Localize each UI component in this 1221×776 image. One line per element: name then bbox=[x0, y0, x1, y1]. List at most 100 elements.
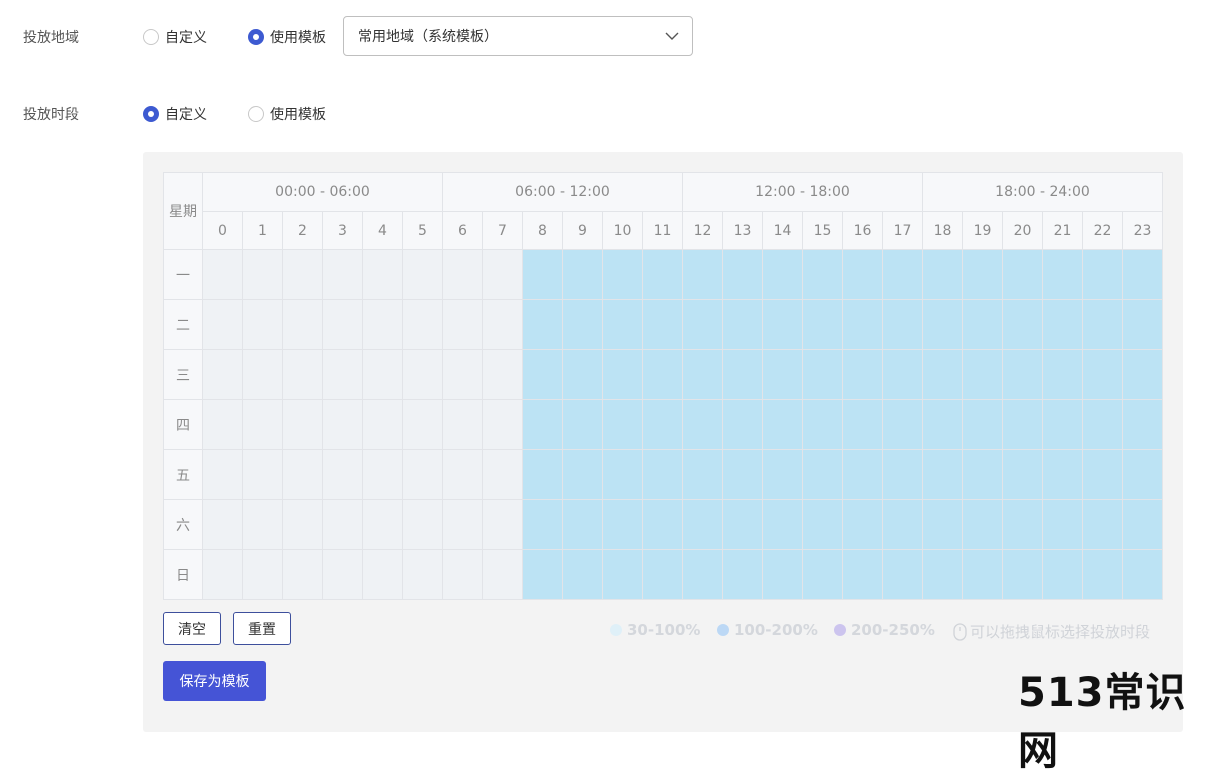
time-slot-selected[interactable] bbox=[842, 499, 883, 550]
time-slot-selected[interactable] bbox=[602, 349, 643, 400]
time-schedule-grid[interactable]: 星期 00:00 - 06:00 06:00 - 12:00 12:00 - 18:… bbox=[163, 172, 1163, 600]
time-slot[interactable] bbox=[482, 249, 523, 300]
time-slot-selected[interactable] bbox=[682, 249, 723, 300]
time-slot-selected[interactable] bbox=[682, 299, 723, 350]
time-slot-selected[interactable] bbox=[722, 549, 763, 600]
time-slot-selected[interactable] bbox=[1042, 549, 1083, 600]
time-slot-selected[interactable] bbox=[842, 299, 883, 350]
save-as-template-button[interactable]: 保存为模板 bbox=[163, 661, 266, 701]
time-slot[interactable] bbox=[242, 399, 283, 450]
time-slot[interactable] bbox=[202, 249, 243, 300]
time-slot-selected[interactable] bbox=[762, 349, 803, 400]
time-slot[interactable] bbox=[282, 299, 323, 350]
time-slot-selected[interactable] bbox=[1002, 299, 1043, 350]
time-slot-selected[interactable] bbox=[642, 499, 683, 550]
time-slot-selected[interactable] bbox=[682, 399, 723, 450]
time-slot-selected[interactable] bbox=[1042, 299, 1083, 350]
clear-button[interactable]: 清空 bbox=[163, 612, 221, 645]
time-slot-selected[interactable] bbox=[562, 549, 603, 600]
time-slot-selected[interactable] bbox=[802, 399, 843, 450]
time-slot[interactable] bbox=[282, 249, 323, 300]
time-slot-selected[interactable] bbox=[602, 399, 643, 450]
time-slot-selected[interactable] bbox=[802, 249, 843, 300]
time-slot-selected[interactable] bbox=[1122, 449, 1163, 500]
time-slot[interactable] bbox=[442, 399, 483, 450]
time-slot-selected[interactable] bbox=[1082, 449, 1123, 500]
time-slot-selected[interactable] bbox=[522, 399, 563, 450]
time-slot[interactable] bbox=[202, 499, 243, 550]
time-slot-selected[interactable] bbox=[922, 549, 963, 600]
time-slot-selected[interactable] bbox=[762, 499, 803, 550]
time-slot-selected[interactable] bbox=[762, 249, 803, 300]
time-slot-selected[interactable] bbox=[1082, 299, 1123, 350]
time-slot[interactable] bbox=[362, 399, 403, 450]
time-slot[interactable] bbox=[322, 449, 363, 500]
time-slot-selected[interactable] bbox=[1002, 249, 1043, 300]
time-slot[interactable] bbox=[202, 299, 243, 350]
time-slot-selected[interactable] bbox=[602, 299, 643, 350]
time-slot-selected[interactable] bbox=[1002, 499, 1043, 550]
time-slot[interactable] bbox=[402, 299, 443, 350]
time-slot-selected[interactable] bbox=[1082, 499, 1123, 550]
time-slot-selected[interactable] bbox=[962, 499, 1003, 550]
time-slot-selected[interactable] bbox=[562, 499, 603, 550]
time-slot-selected[interactable] bbox=[682, 549, 723, 600]
time-slot[interactable] bbox=[402, 499, 443, 550]
time-slot-selected[interactable] bbox=[1082, 549, 1123, 600]
time-slot-selected[interactable] bbox=[722, 449, 763, 500]
time-slot[interactable] bbox=[282, 499, 323, 550]
time-slot-selected[interactable] bbox=[1122, 549, 1163, 600]
time-slot[interactable] bbox=[362, 299, 403, 350]
time-slot-selected[interactable] bbox=[1042, 249, 1083, 300]
time-slot-selected[interactable] bbox=[882, 449, 923, 500]
time-slot-selected[interactable] bbox=[882, 299, 923, 350]
time-slot-selected[interactable] bbox=[1122, 249, 1163, 300]
time-slot[interactable] bbox=[242, 349, 283, 400]
time-slot[interactable] bbox=[482, 449, 523, 500]
time-slot[interactable] bbox=[202, 549, 243, 600]
time-slot[interactable] bbox=[442, 299, 483, 350]
time-slot[interactable] bbox=[242, 499, 283, 550]
time-slot-selected[interactable] bbox=[682, 449, 723, 500]
time-slot[interactable] bbox=[442, 549, 483, 600]
time-slot[interactable] bbox=[322, 499, 363, 550]
time-slot-selected[interactable] bbox=[802, 449, 843, 500]
time-slot-selected[interactable] bbox=[562, 449, 603, 500]
time-slot-selected[interactable] bbox=[842, 399, 883, 450]
time-slot-selected[interactable] bbox=[522, 449, 563, 500]
time-slot[interactable] bbox=[402, 399, 443, 450]
time-slot-selected[interactable] bbox=[922, 249, 963, 300]
reset-button[interactable]: 重置 bbox=[233, 612, 291, 645]
time-slot-selected[interactable] bbox=[882, 349, 923, 400]
region-template-radio[interactable]: 使用模板 bbox=[248, 27, 326, 47]
time-slot[interactable] bbox=[402, 549, 443, 600]
time-slot[interactable] bbox=[242, 449, 283, 500]
time-slot-selected[interactable] bbox=[802, 499, 843, 550]
time-slot-selected[interactable] bbox=[1002, 549, 1043, 600]
time-slot[interactable] bbox=[402, 449, 443, 500]
time-slot[interactable] bbox=[442, 499, 483, 550]
time-slot-selected[interactable] bbox=[1122, 499, 1163, 550]
time-slot-selected[interactable] bbox=[962, 399, 1003, 450]
time-slot-selected[interactable] bbox=[602, 499, 643, 550]
time-slot-selected[interactable] bbox=[722, 399, 763, 450]
time-slot-selected[interactable] bbox=[962, 549, 1003, 600]
time-slot-selected[interactable] bbox=[642, 349, 683, 400]
time-slot[interactable] bbox=[282, 549, 323, 600]
time-slot-selected[interactable] bbox=[922, 349, 963, 400]
time-slot-selected[interactable] bbox=[522, 349, 563, 400]
time-slot[interactable] bbox=[482, 499, 523, 550]
time-slot-selected[interactable] bbox=[522, 299, 563, 350]
time-slot-selected[interactable] bbox=[882, 499, 923, 550]
time-slot-selected[interactable] bbox=[722, 499, 763, 550]
time-slot-selected[interactable] bbox=[562, 399, 603, 450]
time-slot[interactable] bbox=[202, 449, 243, 500]
time-slot-selected[interactable] bbox=[1042, 499, 1083, 550]
time-slot-selected[interactable] bbox=[642, 249, 683, 300]
time-slot[interactable] bbox=[362, 549, 403, 600]
time-slot[interactable] bbox=[482, 299, 523, 350]
time-slot-selected[interactable] bbox=[962, 349, 1003, 400]
time-slot[interactable] bbox=[242, 249, 283, 300]
time-slot-selected[interactable] bbox=[1042, 449, 1083, 500]
time-slot-selected[interactable] bbox=[602, 249, 643, 300]
